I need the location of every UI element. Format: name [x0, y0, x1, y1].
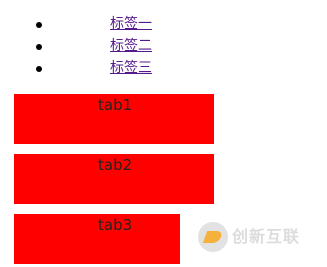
tab-panel-label: tab2	[98, 156, 133, 174]
tab-panel-label: tab1	[98, 96, 133, 114]
tab-link-2[interactable]: 标签二	[110, 37, 152, 55]
tab-panel-3: tab3	[14, 214, 180, 264]
tab-list: 标签一 标签二 标签三	[0, 14, 200, 80]
bullet-icon	[36, 44, 42, 50]
tab-panel-2: tab2	[14, 154, 214, 204]
tab-item-2: 标签二	[0, 36, 200, 58]
watermark-text: 创新互联	[232, 227, 301, 246]
bullet-icon	[36, 66, 42, 72]
tab-panel-label: tab3	[98, 216, 133, 234]
tab-panel-1: tab1	[14, 94, 214, 144]
tab-item-3: 标签三	[0, 58, 200, 80]
bullet-icon	[36, 22, 42, 28]
watermark: 创新互联	[198, 222, 320, 252]
tab-link-1[interactable]: 标签一	[110, 15, 152, 33]
tab-item-1: 标签一	[0, 14, 200, 36]
tab-link-3[interactable]: 标签三	[110, 59, 152, 77]
watermark-logo-icon	[198, 222, 228, 252]
